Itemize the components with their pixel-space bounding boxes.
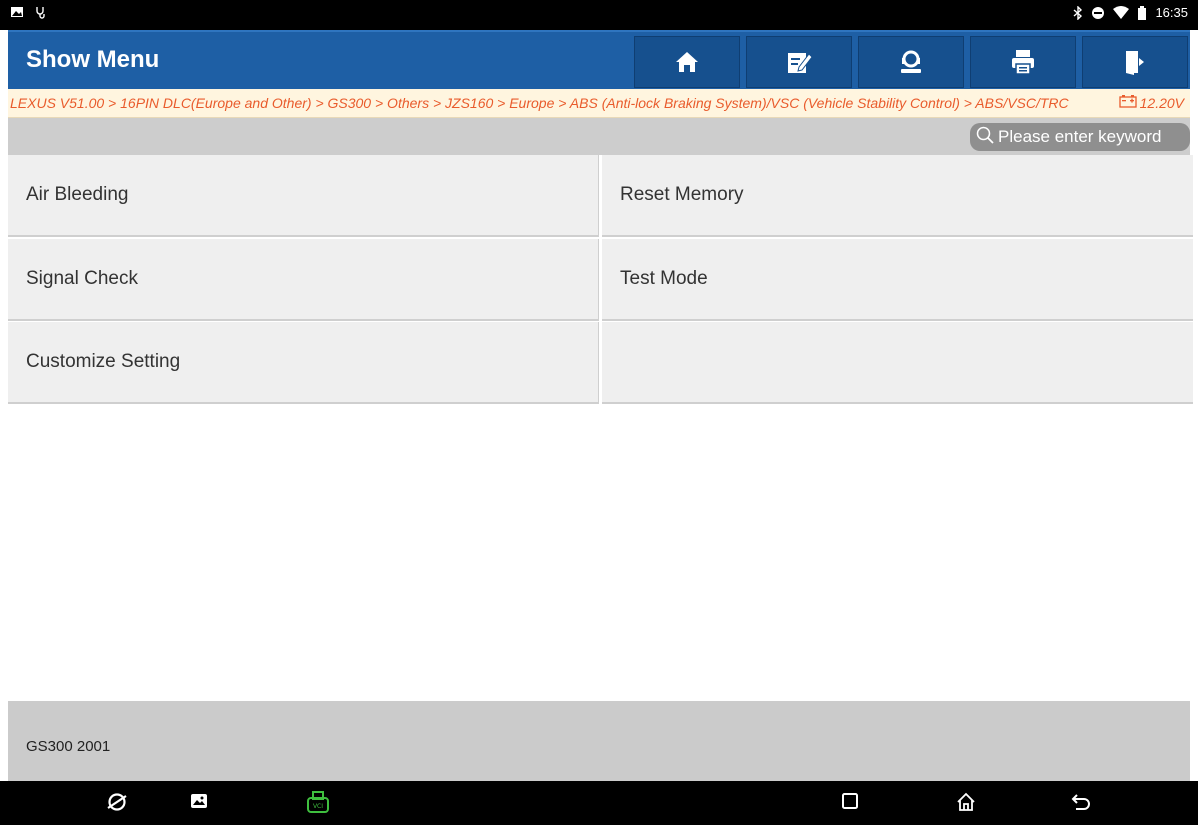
do-not-disturb-icon — [1091, 6, 1105, 20]
status-left — [10, 5, 48, 19]
battery-voltage: 12.20V — [1118, 94, 1184, 111]
diagnostic-notification-icon — [34, 5, 48, 19]
status-right: 16:35 — [1073, 5, 1188, 20]
bluetooth-icon — [1073, 5, 1083, 20]
vehicle-info-bar: GS300 2001 — [8, 701, 1190, 781]
menu-item-empty — [602, 322, 1193, 404]
menu-item-test-mode[interactable]: Test Mode — [602, 239, 1193, 321]
voltage-value: 12.20V — [1139, 94, 1184, 111]
menu-item-reset-memory[interactable]: Reset Memory — [602, 155, 1193, 237]
search-icon — [976, 126, 994, 149]
search-box[interactable] — [970, 123, 1194, 151]
exit-icon — [1122, 48, 1148, 76]
edit-report-button[interactable] — [746, 36, 852, 88]
recents-icon[interactable] — [840, 791, 860, 816]
exit-button[interactable] — [1082, 36, 1188, 88]
svg-text:VCI: VCI — [313, 803, 323, 810]
menu-item-label: Customize Setting — [26, 351, 181, 372]
menu-item-air-bleeding[interactable]: Air Bleeding — [8, 155, 599, 237]
vehicle-info: GS300 2001 — [26, 738, 111, 755]
image-notification-icon — [10, 5, 24, 19]
home-icon — [674, 49, 700, 75]
menu-item-label: Air Bleeding — [26, 184, 129, 205]
breadcrumb: LEXUS V51.00 > 16PIN DLC(Europe and Othe… — [8, 89, 1190, 118]
browser-icon[interactable] — [106, 791, 128, 818]
menu-item-label: Signal Check — [26, 268, 138, 289]
navigation-bar: VCI — [0, 781, 1198, 825]
search-input[interactable] — [998, 127, 1194, 147]
wifi-icon — [1113, 5, 1130, 20]
screen: 16:35 Show Menu LEXUS V51.00 > 16PIN DLC… — [0, 0, 1198, 825]
page-title: Show Menu — [26, 46, 160, 73]
home-nav-icon[interactable] — [955, 791, 977, 818]
breadcrumb-path: LEXUS V51.00 > 16PIN DLC(Europe and Othe… — [10, 95, 1069, 111]
edit-report-icon — [785, 48, 813, 76]
menu-item-label: Reset Memory — [620, 184, 744, 205]
menu-item-label: Test Mode — [620, 268, 708, 289]
back-icon[interactable] — [1070, 791, 1092, 818]
menu-item-customize-setting[interactable]: Customize Setting — [8, 322, 599, 404]
vci-icon[interactable]: VCI — [305, 791, 331, 820]
app-header: Show Menu — [8, 30, 1190, 89]
print-icon — [1010, 48, 1036, 76]
remote-help-icon — [897, 48, 925, 76]
menu-item-signal-check[interactable]: Signal Check — [8, 239, 599, 321]
status-bar: 16:35 — [0, 0, 1198, 30]
car-battery-icon — [1118, 94, 1137, 111]
search-bar-row — [8, 118, 1194, 155]
status-time: 16:35 — [1155, 5, 1188, 20]
print-button[interactable] — [970, 36, 1076, 88]
home-button[interactable] — [634, 36, 740, 88]
gallery-icon[interactable] — [189, 791, 209, 816]
battery-icon — [1137, 5, 1147, 20]
remote-help-button[interactable] — [858, 36, 964, 88]
